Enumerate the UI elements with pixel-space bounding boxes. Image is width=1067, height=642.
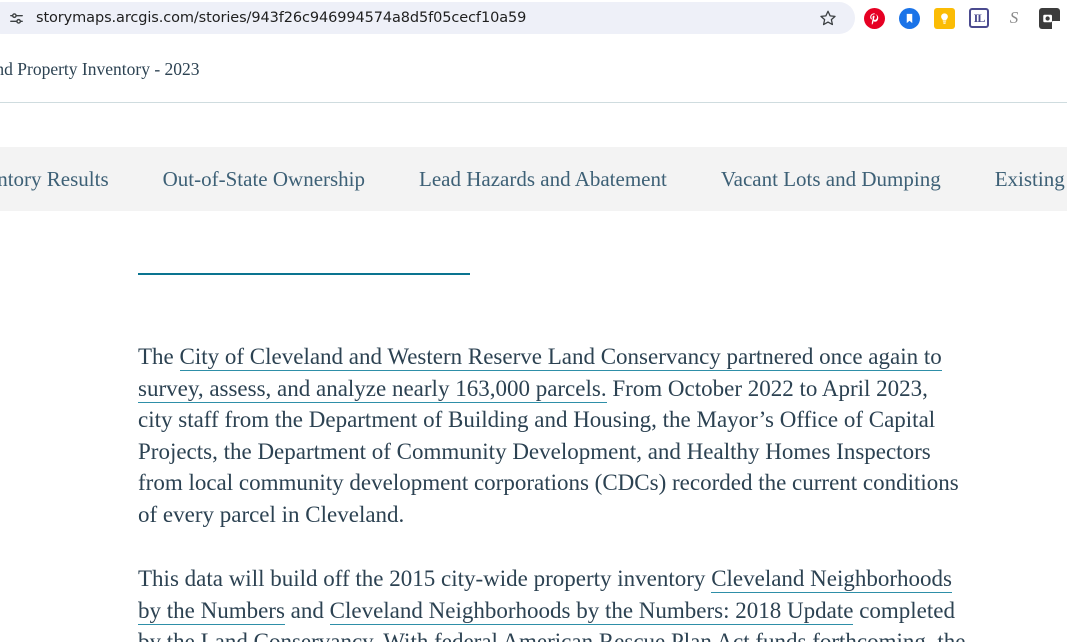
nav-item-lead-hazards-and-abatement[interactable]: Lead Hazards and Abatement <box>392 167 694 192</box>
nav-item-existing-city-initiatives[interactable]: Existing City Initiatives <box>968 167 1067 192</box>
extensions-tray: IL S <box>862 0 1061 36</box>
paragraph-background-mid: and <box>284 597 330 623</box>
story-content: The City of Cleveland and Western Reserv… <box>0 211 1067 642</box>
site-settings-tune-icon[interactable] <box>2 4 30 32</box>
paragraph-intro-lead: The <box>138 344 180 369</box>
star-icon[interactable] <box>811 2 845 34</box>
story-navigation-bar: erty Inventory Results Out-of-State Owne… <box>0 147 1067 211</box>
url-text[interactable]: storymaps.arcgis.com/stories/943f26c9469… <box>36 10 811 26</box>
section-divider <box>138 273 470 275</box>
story-header: eland Property Inventory - 2023 <box>0 36 1067 103</box>
s-extension-icon[interactable]: S <box>1002 6 1026 30</box>
browser-toolbar: storymaps.arcgis.com/stories/943f26c9469… <box>0 0 1067 36</box>
zotero-extension-icon[interactable]: IL <box>967 6 991 30</box>
camera-extension-icon[interactable] <box>1037 6 1061 30</box>
address-bar[interactable]: storymaps.arcgis.com/stories/943f26c9469… <box>0 2 855 34</box>
paragraph-intro: The City of Cleveland and Western Reserv… <box>138 341 968 530</box>
lightbulb-extension-icon[interactable] <box>932 6 956 30</box>
story-page: eland Property Inventory - 2023 erty Inv… <box>0 36 1067 642</box>
nav-items-container: erty Inventory Results Out-of-State Owne… <box>0 167 1067 192</box>
link-cleveland-neighborhoods-2018-update[interactable]: Cleveland Neighborhoods by the Numbers: … <box>329 597 854 625</box>
paragraph-background-lead: This data will build off the 2015 city-w… <box>138 566 712 591</box>
nav-item-vacant-lots-and-dumping[interactable]: Vacant Lots and Dumping <box>694 167 968 192</box>
page-title: eland Property Inventory - 2023 <box>0 58 200 79</box>
pinterest-extension-icon[interactable] <box>862 6 886 30</box>
nav-item-out-of-state-ownership[interactable]: Out-of-State Ownership <box>136 167 392 192</box>
nav-item-property-inventory-results[interactable]: erty Inventory Results <box>0 167 136 192</box>
paragraph-background: This data will build off the 2015 city-w… <box>138 563 968 642</box>
bookmark-extension-icon[interactable] <box>897 6 921 30</box>
